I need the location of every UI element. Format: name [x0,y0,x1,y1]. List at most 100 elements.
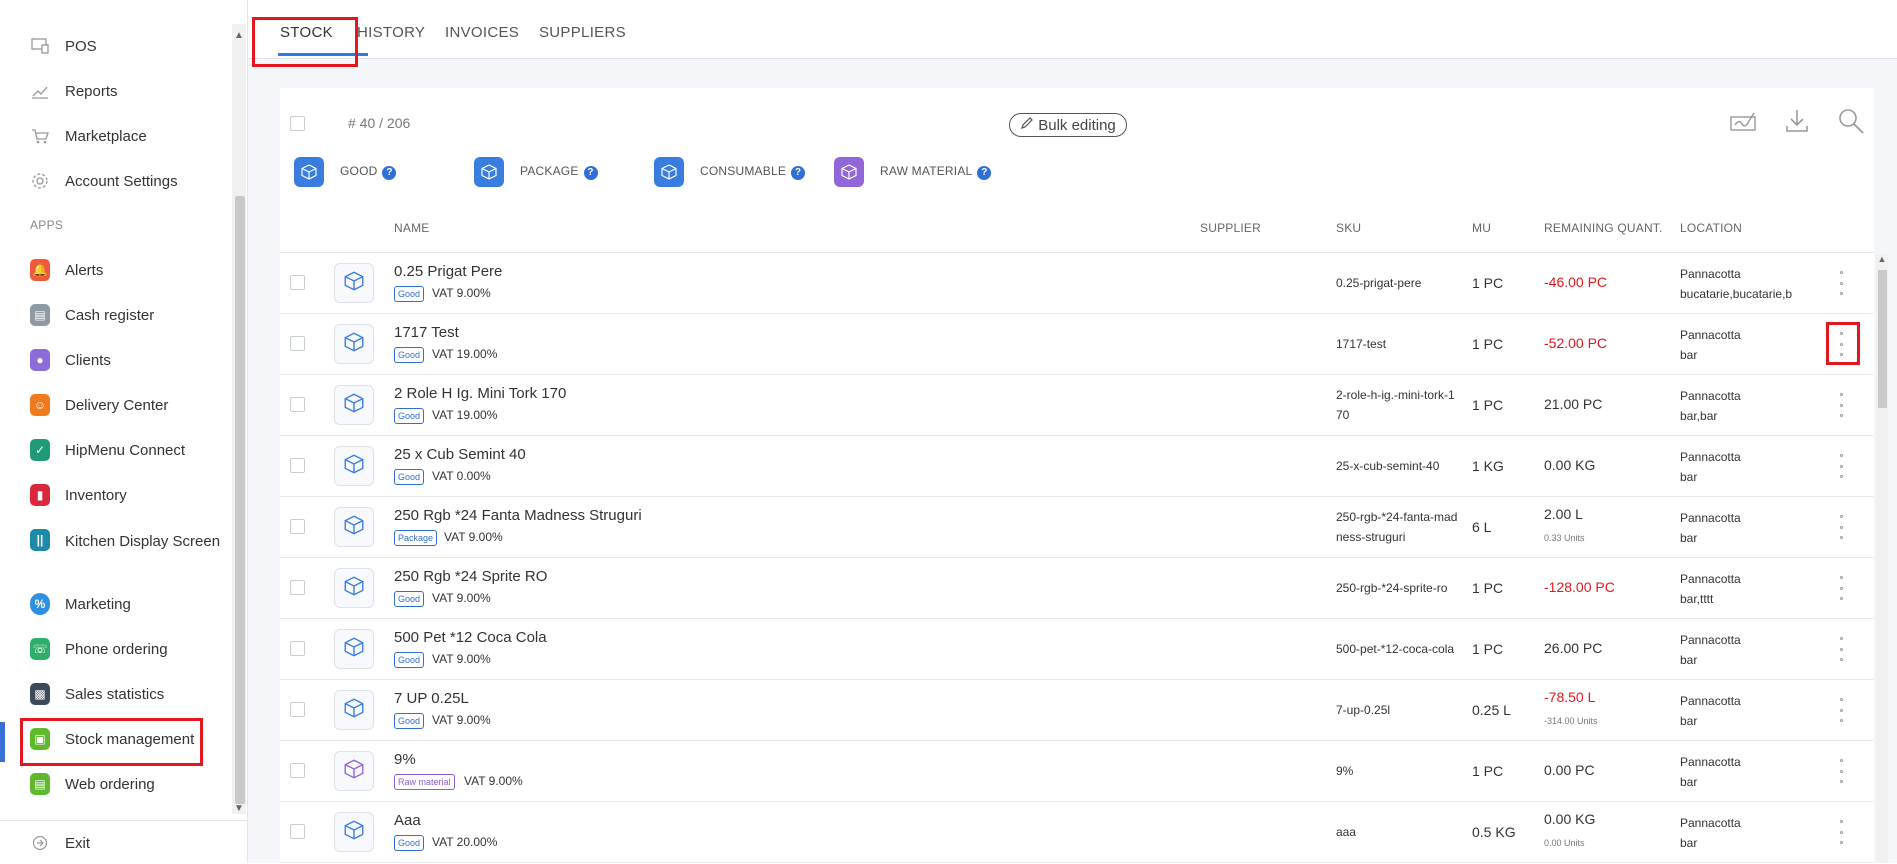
table-row[interactable]: Aaa Good VAT 20.00% aaa 0.5 KG 0.00 KG 0.00 Un… [280,802,1874,863]
table-row[interactable]: 0.25 Prigat Pere Good VAT 9.00% 0.25-prigat… [280,253,1874,314]
type-filter-raw-material[interactable]: RAW MATERIAL? [834,156,992,188]
row-checkbox[interactable] [290,458,305,473]
sidebar-item-alerts[interactable]: 🔔 Alerts [0,252,232,288]
column-header-mu[interactable]: MU [1472,221,1491,235]
sidebar-item-account-settings[interactable]: Account Settings [0,163,232,199]
type-filter-package[interactable]: PACKAGE? [474,156,598,188]
row-menu-icon[interactable] [1836,393,1846,417]
sidebar-item-web-ordering[interactable]: ▤ Web ordering [0,766,232,802]
mu-value: 0.5 KG [1472,824,1516,840]
help-icon[interactable]: ? [382,165,397,180]
row-checkbox[interactable] [290,519,305,534]
column-header-supplier[interactable]: SUPPLIER [1200,221,1261,235]
sidebar-item-pos[interactable]: POS [0,28,232,64]
row-checkbox[interactable] [290,641,305,656]
sidebar-item-label: Cash register [65,306,155,324]
table-row[interactable]: 25 x Cub Semint 40 Good VAT 0.00% 25-x-cub-… [280,436,1874,497]
product-name[interactable]: 250 Rgb *24 Fanta Madness Struguri [394,507,642,524]
row-menu-icon[interactable] [1836,454,1846,478]
type-badge: Good [394,408,425,424]
column-header-location[interactable]: LOCATION [1680,221,1742,235]
product-thumbnail [334,568,374,608]
tab-stock[interactable]: STOCK [280,24,333,41]
help-icon[interactable]: ? [791,165,806,180]
row-menu-icon[interactable] [1836,271,1846,295]
sidebar: POS Reports Marketplace Account Settings… [0,0,248,863]
table-row[interactable]: 2 Role H Ig. Mini Tork 170 Good VAT 19.00%… [280,375,1874,436]
exit-icon [30,833,50,853]
product-name[interactable]: 0.25 Prigat Pere [394,263,502,280]
product-name[interactable]: 1717 Test [394,324,459,341]
row-checkbox[interactable] [290,336,305,351]
sidebar-item-marketing[interactable]: % Marketing [0,586,232,622]
exit-button[interactable]: Exit [0,825,232,861]
tab-suppliers[interactable]: SUPPLIERS [539,24,626,41]
location-value: Pannacotta bar,tttt [1680,572,1741,606]
row-menu-icon[interactable] [1836,759,1846,783]
table-row[interactable]: 250 Rgb *24 Sprite RO Good VAT 9.00% 250-rg… [280,558,1874,619]
column-header-sku[interactable]: SKU [1336,221,1361,235]
table-scrollbar-thumb[interactable] [1878,270,1887,408]
sidebar-item-clients[interactable]: ● Clients [0,342,232,378]
row-menu-icon[interactable] [1836,637,1846,661]
product-name[interactable]: Aaa [394,812,421,829]
row-checkbox[interactable] [290,275,305,290]
row-menu-icon[interactable] [1836,820,1846,844]
row-menu-icon[interactable] [1836,515,1846,539]
row-checkbox[interactable] [290,397,305,412]
help-icon[interactable]: ? [583,165,598,180]
column-header-remaining[interactable]: REMAINING QUANT. [1544,221,1663,235]
table-row[interactable]: 250 Rgb *24 Fanta Madness Struguri Packag… [280,497,1874,558]
product-name[interactable]: 7 UP 0.25L [394,690,469,707]
table-row[interactable]: 1717 Test Good VAT 19.00% 1717-test 1 PC -52.… [280,314,1874,375]
sidebar-item-stock-management[interactable]: ▣ Stock management [0,721,232,757]
sidebar-item-kitchen-display-screen[interactable]: || Kitchen Display Screen [0,522,232,576]
scroll-down-arrow-icon[interactable]: ▼ [233,803,245,815]
search-icon[interactable] [1836,106,1866,136]
tab-invoices[interactable]: INVOICES [445,24,519,41]
sidebar-item-hipmenu-connect[interactable]: ✓ HipMenu Connect [0,432,232,468]
product-thumbnail [334,629,374,669]
row-checkbox[interactable] [290,763,305,778]
vat-label: VAT 19.00% [432,347,498,361]
table-row[interactable]: 9% Raw material VAT 9.00% 9% 1 PC 0.00 PC Pann… [280,741,1874,802]
cart-icon [30,126,50,146]
row-checkbox[interactable] [290,580,305,595]
type-filter-consumable[interactable]: CONSUMABLE? [654,156,806,188]
sidebar-item-marketplace[interactable]: Marketplace [0,118,232,154]
sidebar-item-sales-statistics[interactable]: ▩ Sales statistics [0,676,232,712]
download-icon[interactable] [1782,106,1812,136]
sidebar-item-reports[interactable]: Reports [0,73,232,109]
row-menu-icon[interactable] [1836,332,1846,356]
product-name[interactable]: 9% [394,751,416,768]
help-icon[interactable]: ? [977,165,992,180]
sidebar-item-inventory[interactable]: ▮ Inventory [0,477,232,513]
sku-value: 2-role-h-ig.-mini-tork-170 [1336,388,1455,422]
sidebar-item-cash-register[interactable]: ▤ Cash register [0,297,232,333]
tab-history[interactable]: HISTORY [357,24,425,41]
type-filter-good[interactable]: GOOD? [294,156,397,188]
bulk-editing-button[interactable]: Bulk editing [1009,113,1127,137]
apps-section-label: APPS [30,218,64,232]
product-name[interactable]: 25 x Cub Semint 40 [394,446,526,463]
row-menu-icon[interactable] [1836,698,1846,722]
select-all-checkbox[interactable] [290,116,305,131]
sidebar-scrollbar-thumb[interactable] [235,196,245,804]
mu-value: 6 L [1472,519,1492,535]
signature-icon[interactable] [1728,106,1758,136]
row-menu-icon[interactable] [1836,576,1846,600]
scroll-up-arrow-icon[interactable]: ▲ [233,30,245,42]
product-name[interactable]: 500 Pet *12 Coca Cola [394,629,547,646]
product-thumbnail [334,324,374,364]
row-checkbox[interactable] [290,702,305,717]
product-name[interactable]: 2 Role H Ig. Mini Tork 170 [394,385,566,402]
type-badge: Good [394,347,425,363]
scroll-up-arrow-icon[interactable]: ▲ [1876,254,1888,266]
row-checkbox[interactable] [290,824,305,839]
product-name[interactable]: 250 Rgb *24 Sprite RO [394,568,547,585]
sidebar-item-phone-ordering[interactable]: ☏ Phone ordering [0,631,232,667]
table-row[interactable]: 7 UP 0.25L Good VAT 9.00% 7-up-0.25l 0.25 L -… [280,680,1874,741]
column-header-name[interactable]: NAME [394,221,429,235]
sidebar-item-delivery-center[interactable]: ☺ Delivery Center [0,387,232,423]
table-row[interactable]: 500 Pet *12 Coca Cola Good VAT 9.00% 500-pe… [280,619,1874,680]
